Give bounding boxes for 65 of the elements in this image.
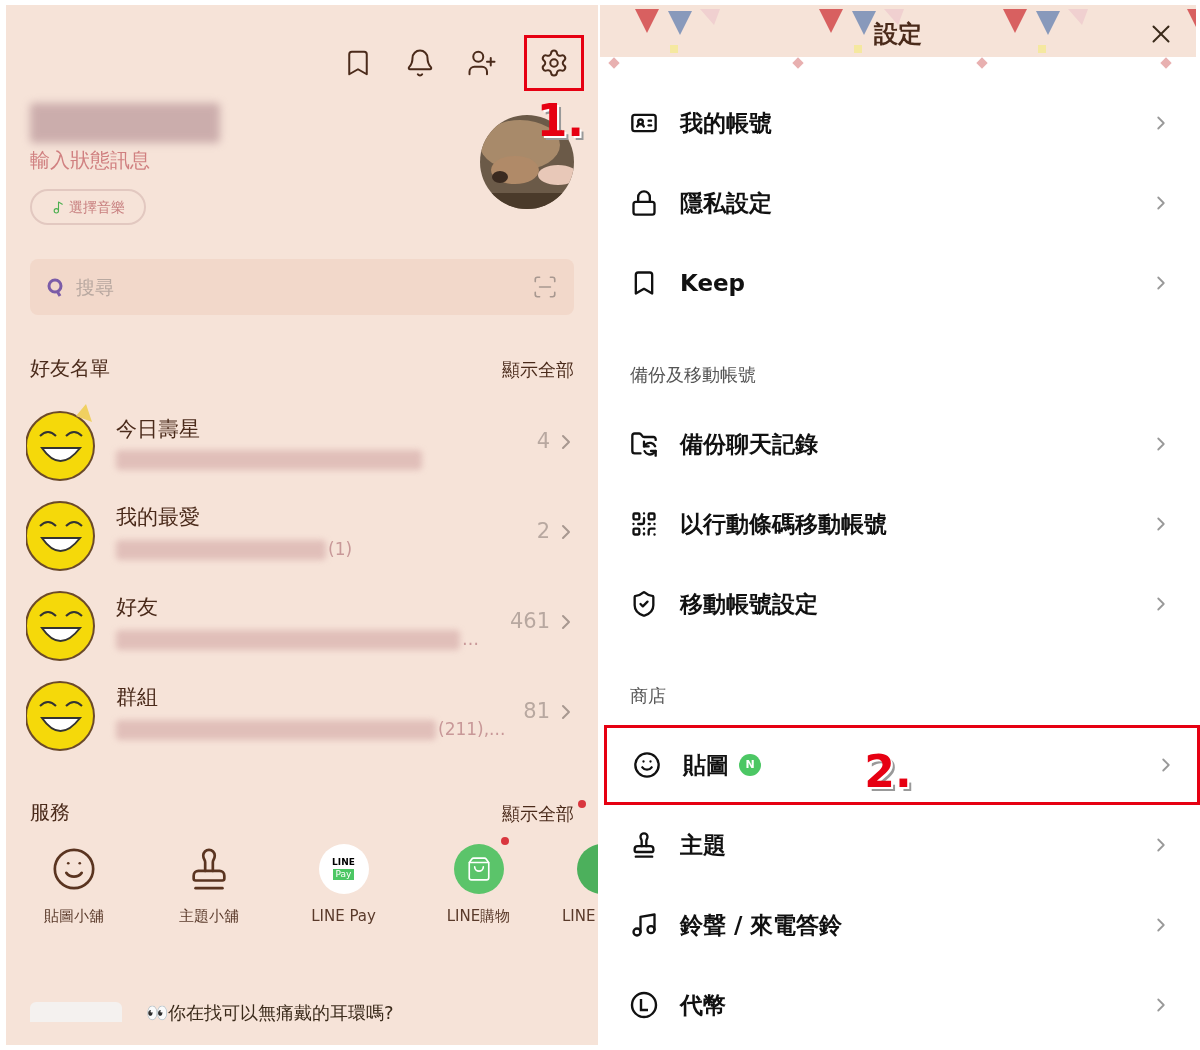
row-label: 備份聊天記錄: [680, 429, 818, 459]
screen-title: 設定: [874, 19, 922, 50]
row-label: 貼圖: [683, 750, 729, 780]
lock-icon: [630, 189, 658, 217]
count: 2: [536, 518, 550, 546]
row-subtitle: (1): [328, 538, 353, 561]
row-subtitle: …: [462, 628, 479, 651]
smiley-icon: [633, 751, 661, 779]
settings-row[interactable]: 移動帳號設定: [600, 564, 1196, 644]
friend-list-row[interactable]: 群組 (211),... 81: [6, 667, 598, 757]
music-note-icon: [630, 911, 658, 939]
music-note-icon: [51, 200, 65, 214]
new-badge: N: [739, 754, 761, 776]
row-title: 好友: [116, 593, 159, 621]
settings-row[interactable]: Keep: [600, 243, 1196, 323]
row-label: 代幣: [680, 990, 726, 1020]
section-heading: 備份及移動帳號: [630, 363, 756, 387]
row-label: 隱私設定: [680, 188, 772, 218]
section-title: 服務: [30, 799, 70, 826]
row-label: 移動帳號設定: [680, 589, 818, 619]
search-icon: [46, 277, 64, 297]
service-label[interactable]: 主題小舖: [178, 905, 239, 928]
count: 461: [509, 608, 550, 636]
row-label: Keep: [680, 268, 746, 298]
search-input[interactable]: 搜尋: [76, 272, 520, 302]
folder-icon: [630, 430, 658, 458]
step-number: 1.: [536, 95, 584, 146]
friend-list-row[interactable]: 我的最愛 (1) 2: [6, 487, 598, 577]
row-label: 鈴聲 / 來電答鈴: [680, 910, 843, 940]
service-label[interactable]: 貼圖小舖: [43, 905, 104, 928]
count: 81: [523, 698, 551, 726]
search-field[interactable]: 搜尋: [30, 259, 574, 315]
service-label[interactable]: LINE Pay: [311, 905, 376, 928]
row-label: 主題: [680, 830, 726, 860]
scan-icon: [532, 274, 558, 300]
row-label: 以行動條碼移動帳號: [680, 509, 887, 539]
pay-logo: LINE Pay: [318, 844, 369, 894]
friend-list-row[interactable]: 好友 … 461: [6, 577, 598, 667]
section-title: 好友名單: [30, 355, 110, 382]
step-number: 2.: [864, 746, 912, 797]
service-label[interactable]: LINE: [562, 905, 596, 928]
service-label[interactable]: LINE購物: [446, 905, 511, 928]
settings-row[interactable]: 備份聊天記錄: [600, 404, 1196, 484]
settings-row[interactable]: 貼圖 N 2.: [604, 725, 1200, 805]
friend-list-row[interactable]: 今日壽星 4: [6, 397, 598, 487]
coin-icon: [630, 991, 658, 1019]
section-heading: 商店: [630, 684, 666, 708]
show-all-link[interactable]: 顯示全部: [502, 356, 574, 383]
settings-row[interactable]: 我的帳號: [600, 83, 1196, 163]
settings-row[interactable]: 隱私設定: [600, 163, 1196, 243]
row-title: 今日壽星: [116, 416, 201, 444]
settings-icon[interactable]: [524, 35, 584, 91]
show-all-link[interactable]: 顯示全部: [502, 803, 574, 824]
qr-code-icon: [630, 510, 658, 538]
row-subtitle: (211),...: [438, 718, 506, 741]
settings-row[interactable]: 主題: [600, 805, 1196, 885]
settings-row[interactable]: 鈴聲 / 來電答鈴: [600, 885, 1196, 965]
feed-headline[interactable]: 👀你在找可以無痛戴的耳環嗎?: [146, 1003, 394, 1022]
settings-row[interactable]: 以行動條碼移動帳號: [600, 484, 1196, 564]
settings-row[interactable]: 代幣: [600, 965, 1196, 1045]
shopping-bag-icon: [453, 844, 504, 894]
row-label: 我的帳號: [680, 108, 772, 138]
row-title: 我的最愛: [116, 503, 201, 531]
count: 4: [536, 428, 550, 456]
row-title: 群組: [116, 683, 159, 711]
